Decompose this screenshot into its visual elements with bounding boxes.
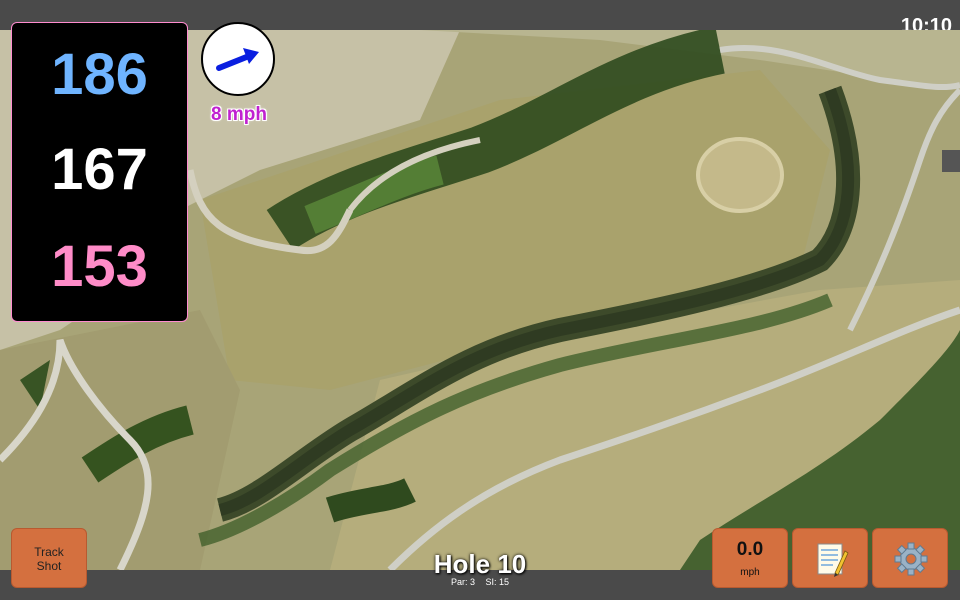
wind-speed: 8 mph [211,104,267,125]
wind-indicator [201,22,275,96]
gear-icon [894,542,928,576]
track-shot-label: Track Shot [34,545,64,573]
hole-info: Par: 3 SI: 15 [380,577,580,587]
speed-button[interactable]: 0.0 mph [712,528,788,588]
notepad-icon [817,543,849,577]
hole-par: Par: 3 [450,577,475,587]
wind-direction-arrow-icon [216,48,259,71]
front-distance: 153 [51,234,148,299]
settings-button[interactable] [872,528,948,588]
middle-distance: 167 [51,137,148,202]
track-shot-button[interactable]: Track Shot [11,528,87,588]
speed-value: 0.0 [736,539,764,560]
notes-button[interactable] [792,528,868,588]
yardage-panel: 186 167 153 [11,22,188,322]
hole-title: Hole 10 [433,549,527,579]
back-distance: 186 [51,42,148,107]
hole-stroke-index: SI: 15 [485,577,510,587]
speed-unit: mph [740,567,760,578]
